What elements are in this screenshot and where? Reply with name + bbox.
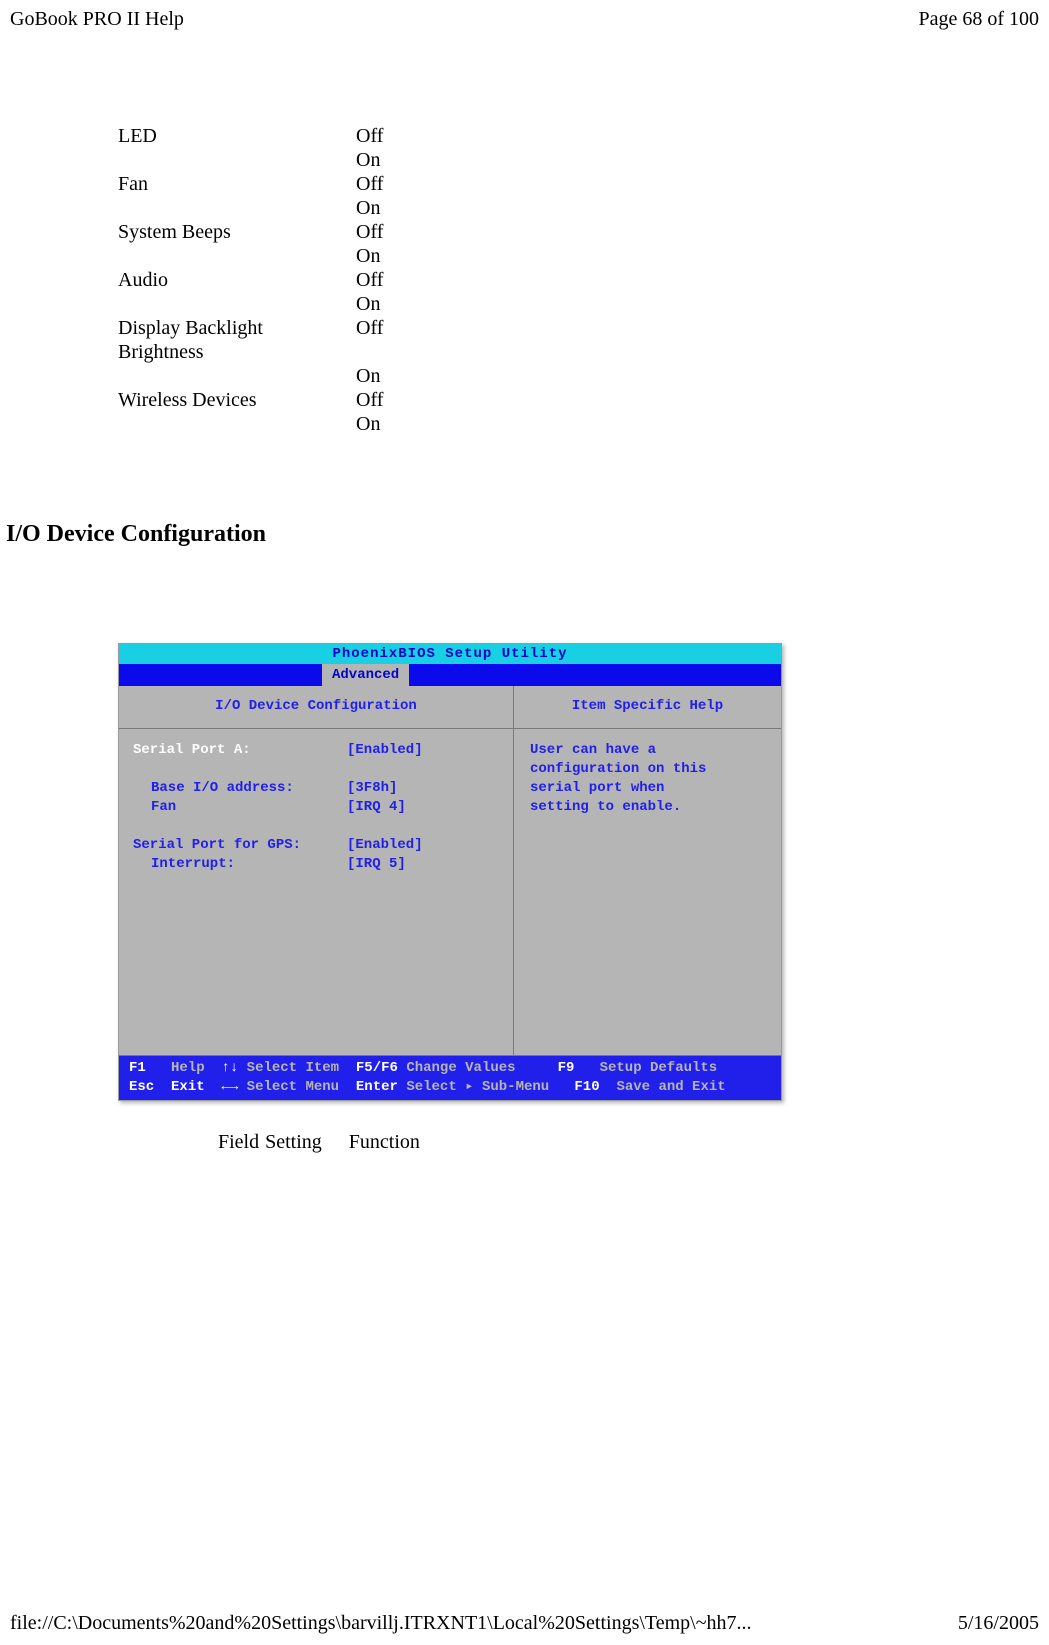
arrows-up-down-icon: ↑↓	[221, 1059, 238, 1078]
label-save-exit: Save and Exit	[616, 1078, 725, 1097]
setting-value: On	[356, 292, 416, 316]
bios-left-title: I/O Device Configuration	[119, 686, 513, 729]
setting-value: Off	[356, 124, 416, 148]
table-row: Wireless DevicesOff	[118, 388, 416, 412]
table-row: System BeepsOff	[118, 220, 416, 244]
label-select-item: Select Item	[247, 1059, 339, 1078]
setting-value: Off	[356, 220, 416, 244]
setting-value: On	[356, 196, 416, 220]
bios-value: [IRQ 4]	[347, 798, 406, 817]
bios-right-title: Item Specific Help	[514, 686, 781, 729]
table-row: On	[118, 292, 416, 316]
key-f5f6: F5/F6	[356, 1059, 398, 1078]
setting-value: Off	[356, 172, 416, 196]
help-line: User can have a	[530, 741, 765, 760]
tab-advanced: Advanced	[322, 664, 409, 686]
table-row: On	[118, 244, 416, 268]
label-help: Help	[171, 1059, 205, 1078]
bios-field-fan: Fan	[133, 798, 347, 817]
setting-value: On	[356, 244, 416, 268]
bios-tab-bar: Advanced	[119, 664, 781, 686]
setting-label: System Beeps	[118, 220, 356, 244]
bios-field-base-io: Base I/O address:	[133, 779, 347, 798]
col-field: Field	[218, 1131, 259, 1153]
setting-label: Display Backlight Brightness	[118, 316, 356, 364]
table-row: Display Backlight BrightnessOff	[118, 316, 416, 364]
help-line: serial port when	[530, 779, 765, 798]
setting-value: Off	[356, 268, 416, 292]
setting-value: On	[356, 148, 416, 172]
bios-title: PhoenixBIOS Setup Utility	[119, 644, 781, 664]
table-row: On	[118, 196, 416, 220]
bios-value: [3F8h]	[347, 779, 397, 798]
bios-value: [Enabled]	[347, 741, 423, 760]
doc-title: GoBook PRO II Help	[10, 8, 184, 31]
setting-value: Off	[356, 388, 416, 412]
footer-path: file://C:\Documents%20and%20Settings\bar…	[10, 1612, 752, 1635]
footer-date: 5/16/2005	[958, 1612, 1039, 1635]
bios-screenshot: PhoenixBIOS Setup Utility Advanced I/O D…	[118, 643, 782, 1101]
bios-field-interrupt: Interrupt:	[133, 855, 347, 874]
label-change-values: Change Values	[406, 1059, 515, 1078]
key-f1: F1	[129, 1059, 146, 1078]
help-line: setting to enable.	[530, 798, 765, 817]
key-enter: Enter	[356, 1078, 398, 1097]
section-title: I/O Device Configuration	[6, 521, 1049, 548]
label-select-sub: Select ▸ Sub-Menu	[406, 1078, 549, 1097]
setting-label: LED	[118, 124, 356, 148]
setting-label: Fan	[118, 172, 356, 196]
arrows-left-right-icon: ←→	[221, 1078, 238, 1097]
setting-label: Wireless Devices	[118, 388, 356, 412]
bios-left-panel: I/O Device Configuration Serial Port A: …	[119, 686, 514, 1055]
field-headers: Field Setting Function	[218, 1131, 1049, 1154]
col-function: Function	[349, 1131, 420, 1153]
key-f9: F9	[558, 1059, 575, 1078]
label-exit: Exit	[171, 1078, 205, 1097]
col-setting: Setting	[265, 1131, 322, 1153]
table-row: On	[118, 364, 416, 388]
label-setup-defaults: Setup Defaults	[600, 1059, 718, 1078]
bios-value: [IRQ 5]	[347, 855, 406, 874]
settings-table: LEDOff On FanOff On System BeepsOff On A…	[118, 124, 416, 436]
key-f10: F10	[574, 1078, 599, 1097]
bios-field-serial-gps: Serial Port for GPS:	[133, 836, 347, 855]
setting-value: On	[356, 412, 416, 436]
bios-footer: F1 Help ↑↓ Select Item F5/F6 Change Valu…	[119, 1056, 781, 1100]
bios-value: [Enabled]	[347, 836, 423, 855]
bios-field-serial-a: Serial Port A:	[133, 741, 347, 760]
table-row: On	[118, 412, 416, 436]
label-select-menu: Select Menu	[247, 1078, 339, 1097]
setting-value: Off	[356, 316, 416, 364]
table-row: FanOff	[118, 172, 416, 196]
table-row: LEDOff	[118, 124, 416, 148]
bios-help-panel: Item Specific Help User can have a confi…	[514, 686, 781, 1055]
setting-value: On	[356, 364, 416, 388]
table-row: On	[118, 148, 416, 172]
help-line: configuration on this	[530, 760, 765, 779]
setting-label: Audio	[118, 268, 356, 292]
page-indicator: Page 68 of 100	[918, 8, 1039, 31]
key-esc: Esc	[129, 1078, 154, 1097]
table-row: AudioOff	[118, 268, 416, 292]
